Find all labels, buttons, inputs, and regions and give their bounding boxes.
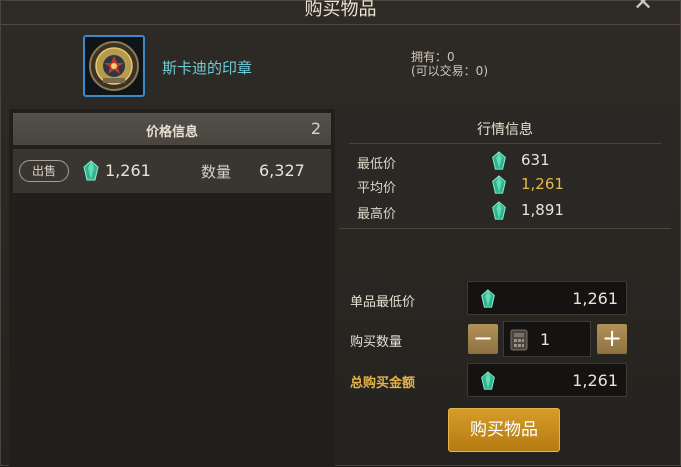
- item-name: 斯卡迪的印章: [162, 59, 253, 77]
- close-icon[interactable]: ✕: [632, 0, 654, 15]
- currency-gem-icon: [480, 371, 496, 391]
- tradable-line: (可以交易：0): [411, 64, 488, 78]
- currency-gem-icon: [491, 175, 507, 195]
- buy-item-dialog: 购买物品 ✕ 斯卡迪的印章 拥有：0 (可以交易：0) 价格信息 2 出售 1,…: [0, 0, 681, 467]
- dialog-title-bar: 购买物品 ✕: [1, 0, 680, 25]
- listing-count: 2: [310, 119, 321, 138]
- unit-price-field: 1,261: [467, 281, 627, 315]
- market-info-panel: 行情信息 最低价 631 平均价 1,261 最高价 1,891: [339, 111, 671, 229]
- owned-line: 拥有：0: [411, 50, 455, 64]
- total-amount-value: 1,261: [572, 371, 618, 390]
- min-price-value: 631: [521, 151, 550, 169]
- avg-price-label: 平均价: [357, 181, 397, 196]
- quantity-value: 1: [540, 330, 551, 349]
- quantity-label: 购买数量: [350, 335, 403, 350]
- listing-qty-label: 数量: [201, 163, 232, 181]
- increase-quantity-button[interactable]: +: [597, 324, 627, 354]
- unit-price-value: 1,261: [572, 289, 618, 308]
- min-price-label: 最低价: [357, 157, 397, 172]
- buy-item-button[interactable]: 购买物品: [448, 408, 560, 452]
- price-info-header: 价格信息 2: [13, 113, 331, 145]
- unit-price-label: 单品最低价: [350, 295, 416, 310]
- sell-badge: 出售: [19, 160, 69, 182]
- currency-gem-icon: [491, 201, 507, 221]
- calculator-icon[interactable]: [510, 329, 528, 355]
- total-amount-label: 总购买金额: [350, 376, 416, 391]
- quantity-input[interactable]: 1: [503, 321, 591, 357]
- currency-gem-icon: [83, 160, 99, 182]
- max-price-value: 1,891: [521, 201, 564, 219]
- price-info-panel: 价格信息 2 出售 1,261 数量 6,327: [9, 109, 335, 467]
- total-amount-field: 1,261: [467, 363, 627, 397]
- dialog-title: 购买物品: [304, 0, 377, 20]
- listing-qty: 6,327: [259, 161, 305, 180]
- listing-price: 1,261: [105, 161, 151, 180]
- price-info-title: 价格信息: [145, 125, 198, 140]
- currency-gem-icon: [480, 289, 496, 309]
- currency-gem-icon: [491, 151, 507, 171]
- owned-count: 拥有：0 (可以交易：0): [411, 50, 488, 78]
- listing-row[interactable]: 出售 1,261 数量 6,327: [13, 149, 331, 193]
- max-price-label: 最高价: [357, 207, 397, 222]
- seal-emblem-icon: [83, 35, 145, 97]
- avg-price-value: 1,261: [521, 175, 564, 193]
- market-info-title: 行情信息: [477, 122, 533, 138]
- decrease-quantity-button[interactable]: −: [468, 324, 498, 354]
- market-divider: [349, 143, 661, 144]
